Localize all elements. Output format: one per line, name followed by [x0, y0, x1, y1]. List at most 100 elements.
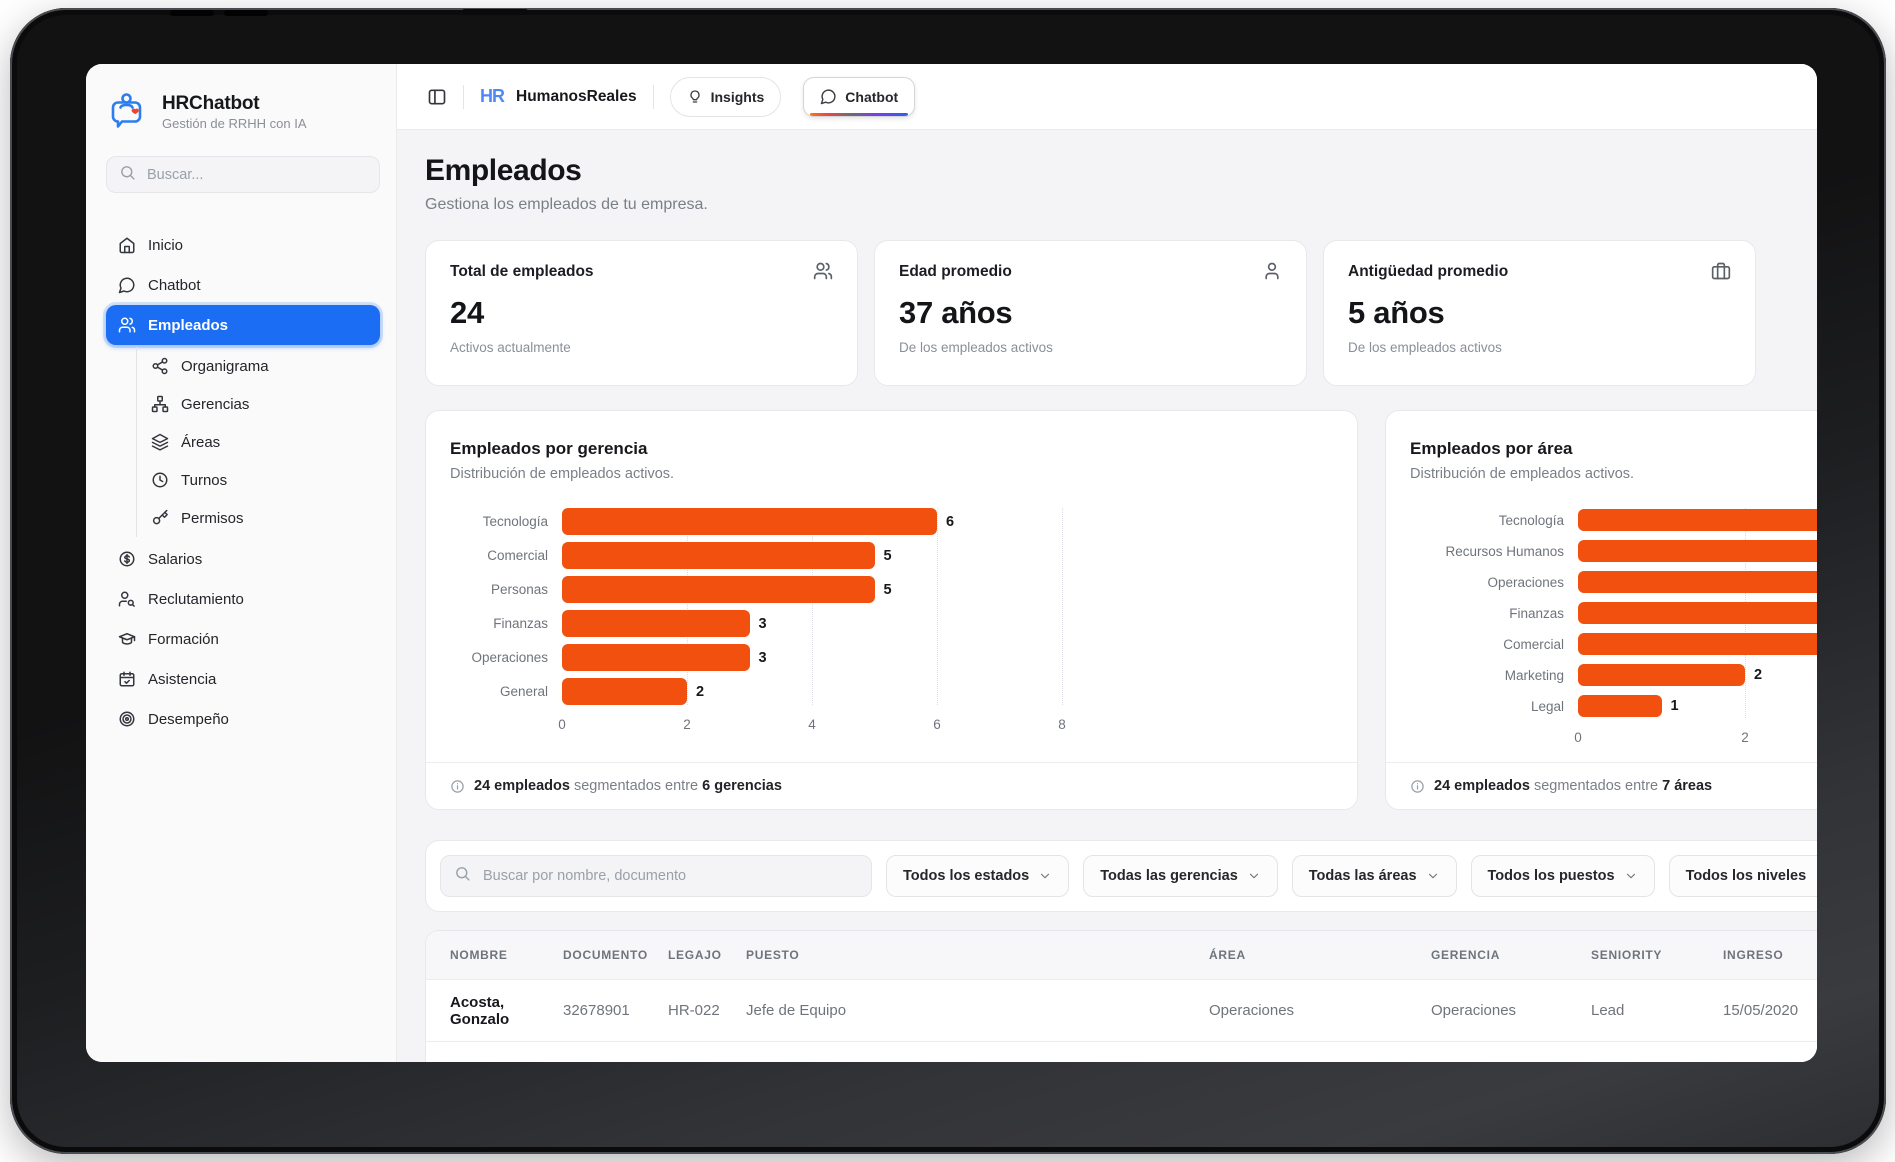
calendar-check-icon — [118, 670, 136, 688]
cell-gerencia: Operaciones — [1431, 1002, 1591, 1019]
bar-general[interactable] — [562, 678, 687, 705]
sidebar-item-asistencia[interactable]: Asistencia — [106, 659, 380, 699]
stat-caption: De los empleados activos — [1348, 340, 1731, 355]
category-label: Finanzas — [1410, 601, 1564, 625]
bar-value: 1 — [1671, 698, 1679, 714]
bar-marketing[interactable] — [1578, 664, 1745, 686]
bar-comercial[interactable] — [562, 542, 875, 569]
user-search-icon — [118, 590, 136, 608]
bar-value: 2 — [696, 684, 704, 700]
dropdown-label: Todos los puestos — [1488, 868, 1615, 884]
bar-row-operaciones: 4 — [1578, 570, 1817, 594]
sidebar-item-label: Turnos — [181, 472, 227, 489]
sidebar-item-label: Inicio — [148, 237, 183, 254]
bar-recursos-humanos[interactable] — [1578, 540, 1817, 562]
bar-value: 3 — [759, 650, 767, 666]
bar-value: 3 — [759, 616, 767, 632]
filter-dropdown-todos-los-estados[interactable]: Todos los estados — [886, 855, 1069, 897]
bar-finanzas[interactable] — [1578, 602, 1817, 624]
stat-label: Total de empleados — [450, 263, 833, 281]
charts-row: Empleados por gerencia Distribución de e… — [425, 410, 1817, 810]
sidebar-item-reclutamiento[interactable]: Reclutamiento — [106, 579, 380, 619]
chart-title: Empleados por gerencia — [450, 439, 1333, 459]
employee-search[interactable] — [440, 855, 872, 897]
workspace-name: HumanosReales — [516, 88, 637, 106]
sidebar-item-label: Reclutamiento — [148, 591, 244, 608]
filter-dropdown-todos-los-niveles[interactable]: Todos los niveles — [1669, 855, 1817, 897]
sidebar-item-empleados[interactable]: Empleados — [106, 305, 380, 345]
sidebar-item-inicio[interactable]: Inicio — [106, 225, 380, 265]
stat-card-antiguedad-promedio: Antigüedad promedio 5 años De los emplea… — [1323, 240, 1756, 386]
x-axis-tick: 2 — [683, 717, 691, 732]
sidebar-submenu: OrganigramaGerenciasÁreas Turnos Permisos — [136, 347, 380, 537]
sidebar-item-salarios[interactable]: Salarios — [106, 539, 380, 579]
chatbot-button[interactable]: Chatbot — [803, 77, 915, 117]
chart-plot: 5444421024 — [1578, 508, 1817, 752]
sidebar-search[interactable] — [106, 156, 380, 193]
bar-row-tecnologia: 5 — [1578, 508, 1817, 532]
filter-dropdown-todas-las-gerencias[interactable]: Todas las gerencias — [1083, 855, 1278, 897]
x-axis-tick: 2 — [1741, 730, 1749, 745]
bar-operaciones[interactable] — [1578, 571, 1817, 593]
main-area: HR HumanosReales Insights Chatbot — [397, 64, 1817, 1062]
bar-operaciones[interactable] — [562, 644, 750, 671]
chevron-down-icon — [1815, 869, 1817, 883]
stat-card-edad-promedio: Edad promedio 37 años De los empleados a… — [874, 240, 1307, 386]
insights-button[interactable]: Insights — [670, 77, 782, 117]
column-header-legajo: LEGAJO — [668, 948, 746, 962]
sidebar-item-chatbot[interactable]: Chatbot — [106, 265, 380, 305]
sidebar-item-label: Chatbot — [148, 277, 201, 294]
bar-tecnologia[interactable] — [1578, 509, 1817, 531]
bar-row-personas: 5 — [562, 576, 1333, 603]
table-header-row: NOMBREDOCUMENTOLEGAJOPUESTOÁREAGERENCIAS… — [426, 931, 1817, 979]
sidebar-toggle-icon[interactable] — [427, 87, 447, 107]
bar-tecnologia[interactable] — [562, 508, 937, 535]
bar-row-recursos-humanos: 4 — [1578, 539, 1817, 563]
insights-label: Insights — [711, 89, 765, 105]
search-icon — [454, 865, 471, 887]
sidebar-item-turnos[interactable]: Turnos — [137, 461, 380, 499]
sidebar-item-label: Salarios — [148, 551, 202, 568]
sidebar-item-label: Asistencia — [148, 671, 216, 688]
chart-category-labels: TecnologíaRecursos HumanosOperacionesFin… — [1410, 508, 1578, 752]
x-axis: 024 — [1578, 718, 1817, 752]
cell-nombre: Acosta, Gonzalo — [450, 994, 563, 1028]
employee-search-input[interactable] — [481, 867, 858, 885]
category-label: General — [450, 678, 548, 705]
bar-personas[interactable] — [562, 576, 875, 603]
sidebar-item-permisos[interactable]: Permisos — [137, 499, 380, 537]
bar-row-comercial: 4 — [1578, 632, 1817, 656]
cell-seniority: Lead — [1591, 1002, 1723, 1019]
bar-row-general: 2 — [562, 678, 1333, 705]
info-icon — [450, 779, 465, 794]
sidebar-item-organigrama[interactable]: Organigrama — [137, 347, 380, 385]
filter-dropdown-todas-las-areas[interactable]: Todas las áreas — [1292, 855, 1457, 897]
page-title: Empleados — [425, 154, 1817, 188]
sidebar-item-desempeno[interactable]: Desempeño — [106, 699, 380, 739]
dollar-circle-icon — [118, 550, 136, 568]
stat-card-total-empleados: Total de empleados 24 Activos actualment… — [425, 240, 858, 386]
sidebar-item-label: Permisos — [181, 510, 244, 527]
column-header-documento: DOCUMENTO — [563, 948, 668, 962]
bar-finanzas[interactable] — [562, 610, 750, 637]
sidebar-item-label: Empleados — [148, 317, 228, 334]
workspace-logo-icon: HR — [480, 86, 504, 107]
bar-chart-gerencia: TecnologíaComercialPersonasFinanzasOpera… — [450, 508, 1333, 739]
sidebar-item-formacion[interactable]: Formación — [106, 619, 380, 659]
bar-row-comercial: 5 — [562, 542, 1333, 569]
chatbot-label: Chatbot — [845, 89, 898, 105]
sidebar-item-gerencias[interactable]: Gerencias — [137, 385, 380, 423]
bar-comercial[interactable] — [1578, 633, 1817, 655]
sidebar-item-label: Desempeño — [148, 711, 229, 728]
key-icon — [151, 509, 169, 527]
bar-row-legal: 1 — [1578, 694, 1817, 718]
table-row-alvarez-matias[interactable]: Álvarez, Matías37890123HR-010Desarrollad… — [426, 1041, 1817, 1062]
bar-legal[interactable] — [1578, 695, 1662, 717]
stat-label: Antigüedad promedio — [1348, 263, 1731, 281]
hr-logo-icon — [106, 90, 150, 134]
filter-dropdown-todos-los-puestos[interactable]: Todos los puestos — [1471, 855, 1655, 897]
sidebar-item-areas[interactable]: Áreas — [137, 423, 380, 461]
sidebar-search-input[interactable] — [145, 166, 367, 184]
table-row-acosta-gonzalo[interactable]: Acosta, Gonzalo32678901HR-022Jefe de Equ… — [426, 979, 1817, 1041]
page-subtitle: Gestiona los empleados de tu empresa. — [425, 196, 1817, 214]
